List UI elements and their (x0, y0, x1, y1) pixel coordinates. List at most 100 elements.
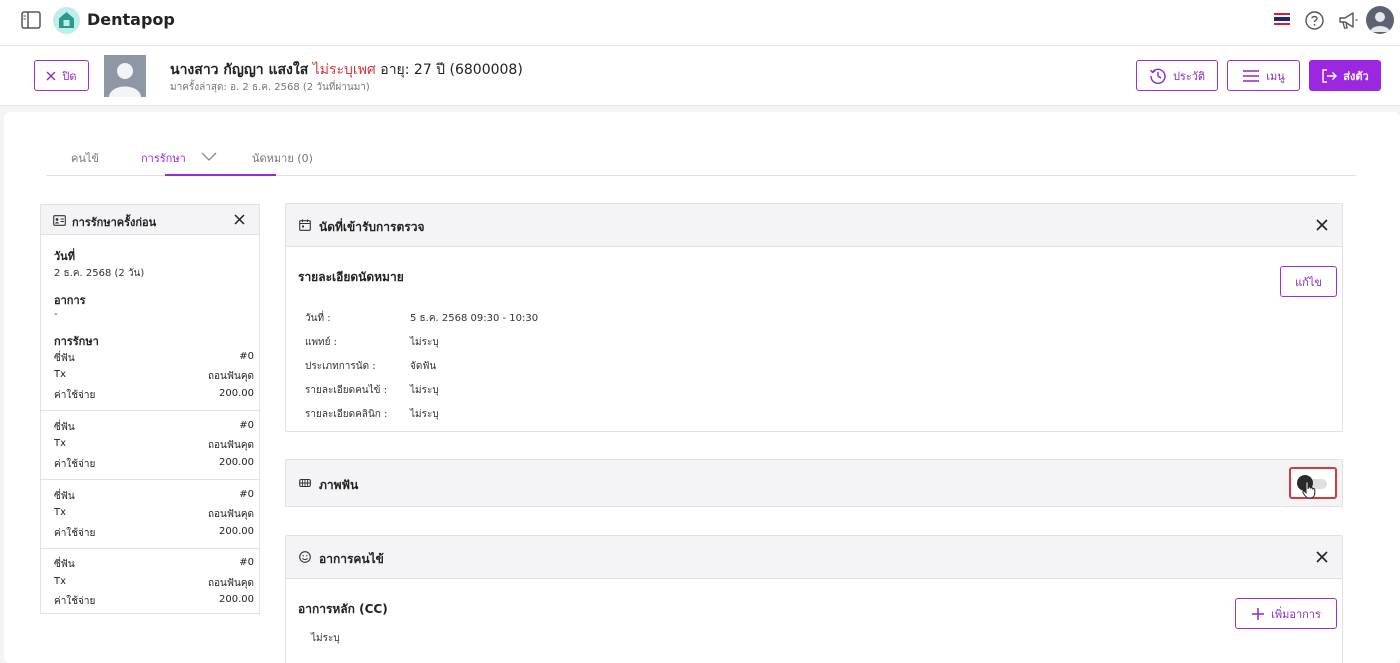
row-key: รายละเอียดคนไข้ : (305, 385, 388, 396)
patient-avatar (104, 55, 146, 97)
row-key: รายละเอียดคลินิก : (305, 409, 388, 420)
add-symptom-label: เพิ่มอาการ (1271, 607, 1321, 621)
house-icon (59, 12, 74, 28)
appointment-panel-title: นัดที่เข้ารับการตรวจ (319, 220, 425, 234)
tooth-value: #0 (239, 351, 254, 362)
date-value: 2 ธ.ค. 2568 (2 วัน) (54, 268, 145, 279)
row-value: ไม่ระบุ (410, 337, 439, 348)
tooth-row: ซี่ฟัน #0 (54, 420, 254, 435)
tx-value: ถอนฟันคุด (208, 440, 254, 451)
cost-value: 200.00 (219, 388, 254, 399)
tooth-row: ซี่ฟัน #0 (54, 489, 254, 504)
cost-row: ค่าใช้จ่าย 200.00 (54, 457, 254, 472)
app-logo (53, 7, 80, 34)
tooth-label: ซี่ฟัน (54, 353, 75, 364)
treatment-label: การรักษา (54, 335, 99, 348)
cost-value: 200.00 (219, 594, 254, 605)
symptom-panel-header: อาการคนไข้ (286, 536, 1342, 579)
tx-label: Tx (54, 507, 67, 518)
row-value: ไม่ระบุ (410, 409, 439, 420)
tx-label: Tx (54, 438, 67, 449)
teeth-icon (299, 478, 311, 488)
patient-age: อายุ: 27 ปี (380, 62, 446, 78)
symptom-label: อาการ (54, 294, 86, 307)
tab-appointments[interactable]: นัดหมาย (0) (252, 149, 313, 167)
calendar-icon (299, 219, 311, 231)
menu-label: เมนู (1266, 69, 1285, 83)
row-key: วันที่ : (305, 313, 331, 324)
previous-treatment-card: การรักษาครั้งก่อน วันที่ 2 ธ.ค. 2568 (2 … (40, 204, 260, 614)
appointment-row-doctor: แพทย์ : ไม่ระบุ (305, 335, 439, 350)
edit-label: แก้ไข (1295, 275, 1322, 289)
close-patient-button[interactable]: ปิด (34, 60, 89, 91)
user-avatar[interactable] (1366, 6, 1394, 34)
cost-row: ค่าใช้จ่าย 200.00 (54, 388, 254, 403)
tooth-value: #0 (239, 489, 254, 500)
tx-row: Tx ถอนฟันคุด (54, 576, 254, 591)
id-card-icon (53, 215, 66, 226)
appointment-panel: นัดที่เข้ารับการตรวจ รายละเอียดนัดหมาย แ… (285, 203, 1343, 432)
edit-appointment-button[interactable]: แก้ไข (1280, 266, 1337, 297)
cost-row: ค่าใช้จ่าย 200.00 (54, 594, 254, 609)
appointment-panel-header: นัดที่เข้ารับการตรวจ (286, 204, 1342, 247)
tab-patient[interactable]: คนไข้ (71, 149, 99, 167)
history-button[interactable]: ประวัติ (1136, 60, 1218, 91)
main-content: คนไข้ การรักษา นัดหมาย (0) การรักษาครั้ง… (4, 112, 1400, 663)
row-value: 5 ธ.ค. 2568 09:30 - 10:30 (410, 313, 539, 324)
patient-gender: ไม่ระบุเพศ (312, 62, 376, 78)
appointment-row-type: ประเภทการนัด : จัดฟัน (305, 359, 436, 374)
help-icon[interactable] (1305, 11, 1324, 30)
date-label: วันที่ (54, 250, 75, 263)
chief-complaint-value: ไม่ระบุ (311, 633, 340, 644)
tooth-label: ซี่ฟัน (54, 422, 75, 433)
tx-value: ถอนฟันคุด (208, 578, 254, 589)
tooth-value: #0 (239, 420, 254, 431)
row-key: แพทย์ : (305, 337, 338, 348)
tooth-row: ซี่ฟัน #0 (54, 557, 254, 572)
megaphone-icon[interactable] (1338, 11, 1358, 30)
cost-label: ค่าใช้จ่าย (54, 596, 96, 607)
cost-value: 200.00 (219, 457, 254, 468)
previous-treatment-header: การรักษาครั้งก่อน (41, 205, 259, 235)
tooth-label: ซี่ฟัน (54, 491, 75, 502)
chief-complaint-heading: อาการหลัก (CC) (298, 602, 388, 616)
tooth-label: ซี่ฟัน (54, 559, 75, 570)
plus-icon (1252, 607, 1265, 620)
send-button[interactable]: ส่งตัว (1309, 60, 1381, 91)
close-icon[interactable] (1316, 219, 1328, 231)
appointment-details-heading: รายละเอียดนัดหมาย (298, 270, 404, 284)
hand-pointer-icon (1302, 481, 1316, 499)
close-patient-label: ปิด (62, 69, 77, 83)
cost-label: ค่าใช้จ่าย (54, 390, 96, 401)
teeth-image-toggle[interactable] (1289, 467, 1337, 499)
exit-arrow-icon (1322, 68, 1338, 83)
tx-row: Tx ถอนฟันคุด (54, 507, 254, 522)
tx-value: ถอนฟันคุด (208, 509, 254, 520)
app-brand: Dentapop (87, 10, 175, 29)
tx-row: Tx ถอนฟันคุด (54, 438, 254, 453)
user-icon (1370, 12, 1390, 32)
hamburger-icon (1243, 69, 1260, 82)
cost-label: ค่าใช้จ่าย (54, 459, 96, 470)
close-icon[interactable] (234, 214, 245, 225)
thai-flag-icon[interactable] (1274, 13, 1290, 25)
divider (41, 479, 259, 480)
symptom-value: - (54, 309, 58, 320)
appointment-row-patient-details: รายละเอียดคนไข้ : ไม่ระบุ (305, 383, 439, 398)
patient-name: นางสาว กัญญา แสงใส (170, 62, 309, 78)
teeth-image-panel-header: ภาพฟัน (286, 460, 1342, 506)
tx-value: ถอนฟันคุด (208, 371, 254, 382)
add-symptom-button[interactable]: เพิ่มอาการ (1235, 598, 1337, 629)
sidebar-toggle-icon[interactable] (21, 11, 41, 29)
tab-bar: คนไข้ การรักษา นัดหมาย (0) (46, 144, 1356, 176)
cost-label: ค่าใช้จ่าย (54, 528, 96, 539)
tab-treatment[interactable]: การรักษา (141, 149, 217, 167)
symptom-panel: อาการคนไข้ อาการหลัก (CC) เพิ่มอาการ ไม่… (285, 535, 1343, 663)
active-tab-indicator (165, 174, 276, 176)
close-icon[interactable] (1316, 551, 1328, 563)
chevron-down-icon (201, 152, 217, 161)
tab-treatment-label: การรักษา (141, 152, 186, 165)
symptom-panel-title: อาการคนไข้ (319, 552, 384, 566)
patient-bar: ปิด นางสาว กัญญา แสงใส ไม่ระบุเพศ อายุ: … (0, 46, 1400, 106)
menu-button[interactable]: เมนู (1227, 60, 1300, 91)
